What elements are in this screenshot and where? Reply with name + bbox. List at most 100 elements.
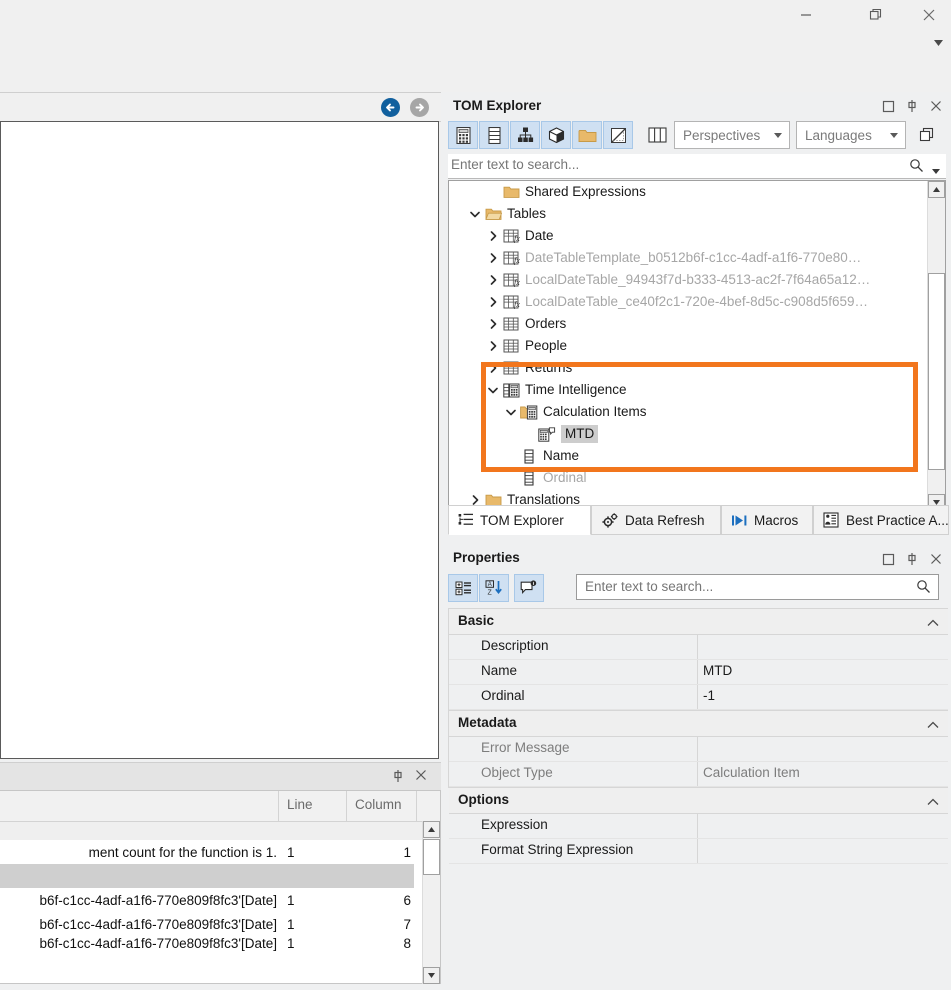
hierarchies-icon[interactable] — [510, 121, 540, 149]
navigate-back-icon[interactable] — [380, 97, 401, 118]
property-row[interactable]: Object TypeCalculation Item — [449, 762, 948, 787]
columns-icon[interactable] — [479, 121, 509, 149]
chevron-right-icon[interactable] — [485, 360, 501, 376]
property-value[interactable] — [698, 737, 948, 761]
property-row[interactable]: Expression — [449, 814, 948, 839]
scroll-up-icon[interactable] — [423, 821, 440, 838]
close-icon[interactable] — [414, 768, 434, 788]
property-group-basic[interactable]: Basic — [449, 608, 948, 635]
expand-all-icon[interactable] — [912, 121, 942, 149]
chevron-right-icon[interactable] — [485, 250, 501, 266]
property-row[interactable]: Description — [449, 635, 948, 660]
tab-macros[interactable]: Macros — [721, 505, 813, 535]
close-button[interactable] — [906, 0, 951, 30]
tree-item-localdatetable-94943f7d-b333-4513-ac2f-7[interactable]: fxLocalDateTable_94943f7d-b333-4513-ac2f… — [449, 269, 928, 291]
close-icon[interactable] — [926, 96, 946, 116]
property-value[interactable]: MTD — [698, 660, 948, 684]
chevron-up-icon[interactable] — [927, 794, 939, 809]
measures-icon[interactable] — [448, 121, 478, 149]
dax-editor-surface[interactable] — [0, 121, 439, 759]
property-value[interactable] — [698, 839, 948, 863]
chevron-right-icon[interactable] — [485, 316, 501, 332]
scroll-thumb[interactable] — [423, 839, 440, 875]
tab-tom-explorer[interactable]: TOM Explorer — [448, 505, 591, 535]
tree-item-orders[interactable]: Orders — [449, 313, 928, 335]
hidden-objects-icon[interactable] — [603, 121, 633, 149]
scroll-thumb[interactable] — [928, 273, 945, 470]
chevron-up-icon[interactable] — [927, 717, 939, 732]
tree-item-time-intelligence[interactable]: Time Intelligence — [449, 379, 928, 401]
property-row[interactable]: Ordinal-1 — [449, 685, 948, 710]
tree-item-people[interactable]: People — [449, 335, 928, 357]
tab-best-practice-a[interactable]: Best Practice A... — [813, 505, 949, 535]
column-header-column[interactable]: Column — [347, 791, 417, 821]
tree-item-localdatetable-ce40f2c1-720e-4bef-8d5c-c[interactable]: fxLocalDateTable_ce40f2c1-720e-4bef-8d5c… — [449, 291, 928, 313]
folders-icon[interactable] — [572, 121, 602, 149]
table-row[interactable]: b6f-c1cc-4adf-a1f6-770e809f8fc3'[Date]18 — [0, 936, 440, 952]
tree-item-ordinal[interactable]: Ordinal — [449, 467, 928, 489]
all-columns-icon[interactable] — [642, 121, 672, 149]
column-icon — [519, 469, 539, 487]
chevron-down-icon[interactable] — [485, 382, 501, 398]
chevron-up-icon[interactable] — [927, 615, 939, 630]
table-row[interactable]: ment count for the function is 1.11 — [0, 840, 440, 864]
perspectives-dropdown[interactable]: Perspectives — [674, 121, 790, 149]
categorized-icon[interactable] — [448, 574, 478, 602]
properties-grid[interactable]: BasicDescriptionNameMTDOrdinal-1Metadata… — [448, 608, 948, 788]
close-icon[interactable] — [926, 549, 946, 569]
property-group-metadata[interactable]: Metadata — [449, 710, 948, 737]
tree-item-date[interactable]: fxDate — [449, 225, 928, 247]
property-value[interactable]: Calculation Item — [698, 762, 948, 786]
tree-item-datetabletemplate-b0512b6f-c1cc-4adf-a1f[interactable]: fxDateTableTemplate_b0512b6f-c1cc-4adf-a… — [449, 247, 928, 269]
tree-item-shared-expressions[interactable]: Shared Expressions — [449, 181, 928, 203]
tree-item-name[interactable]: Name — [449, 445, 928, 467]
table-row[interactable] — [0, 822, 440, 840]
chevron-right-icon[interactable] — [485, 294, 501, 310]
chevron-down-icon[interactable] — [932, 162, 940, 177]
tree-item-returns[interactable]: Returns — [449, 357, 928, 379]
column-header-message[interactable] — [0, 791, 279, 821]
property-value[interactable] — [698, 814, 948, 838]
tree-item-tables[interactable]: Tables — [449, 203, 928, 225]
properties-search-box[interactable]: Enter text to search... — [576, 574, 939, 600]
chevron-down-icon[interactable] — [467, 206, 483, 222]
chevron-down-icon[interactable] — [503, 404, 519, 420]
tree-scrollbar[interactable] — [927, 181, 945, 511]
chevron-right-icon[interactable] — [485, 272, 501, 288]
partitions-icon[interactable] — [541, 121, 571, 149]
languages-dropdown[interactable]: Languages — [796, 121, 906, 149]
chevron-right-icon[interactable] — [485, 338, 501, 354]
tree-item-mtd[interactable]: MTD — [449, 423, 928, 445]
dock-icon[interactable] — [878, 549, 898, 569]
property-row[interactable]: Format String Expression — [449, 839, 948, 864]
table-row[interactable]: b6f-c1cc-4adf-a1f6-770e809f8fc3'[Date]17 — [0, 912, 440, 936]
tom-tree[interactable]: Shared ExpressionsTablesfxDatefxDateTabl… — [448, 180, 946, 512]
scroll-down-icon[interactable] — [423, 967, 440, 984]
property-value[interactable]: -1 — [698, 685, 948, 709]
tree-item-calculation-items[interactable]: Calculation Items — [449, 401, 928, 423]
alphabetical-sort-icon[interactable]: A Z — [479, 574, 509, 602]
pin-icon[interactable] — [902, 549, 922, 569]
scroll-up-icon[interactable] — [928, 181, 945, 198]
tab-data-refresh[interactable]: Data Refresh — [591, 505, 721, 535]
table-row[interactable]: b6f-c1cc-4adf-a1f6-770e809f8fc3'[Date]16 — [0, 888, 440, 912]
chevron-right-icon[interactable] — [485, 228, 501, 244]
property-row[interactable]: Error Message — [449, 737, 948, 762]
pin-icon[interactable] — [390, 768, 410, 788]
tom-search-box[interactable]: Enter text to search... — [448, 154, 946, 179]
search-icon[interactable] — [916, 579, 931, 597]
dock-icon[interactable] — [878, 96, 898, 116]
property-group-options[interactable]: Options — [449, 787, 948, 814]
restore-button[interactable] — [853, 0, 899, 30]
pin-icon[interactable] — [902, 96, 922, 116]
property-row[interactable]: NameMTD — [449, 660, 948, 685]
search-icon[interactable] — [909, 158, 924, 176]
property-value[interactable] — [698, 635, 948, 659]
errors-grid[interactable]: Line Column ment count for the function … — [0, 790, 441, 984]
chevron-down-icon[interactable] — [930, 36, 946, 50]
minimize-button[interactable] — [783, 0, 829, 30]
column-header-line[interactable]: Line — [279, 791, 347, 821]
table-row[interactable] — [0, 864, 414, 888]
errors-scrollbar[interactable] — [422, 821, 440, 984]
property-description-icon[interactable] — [514, 574, 544, 602]
